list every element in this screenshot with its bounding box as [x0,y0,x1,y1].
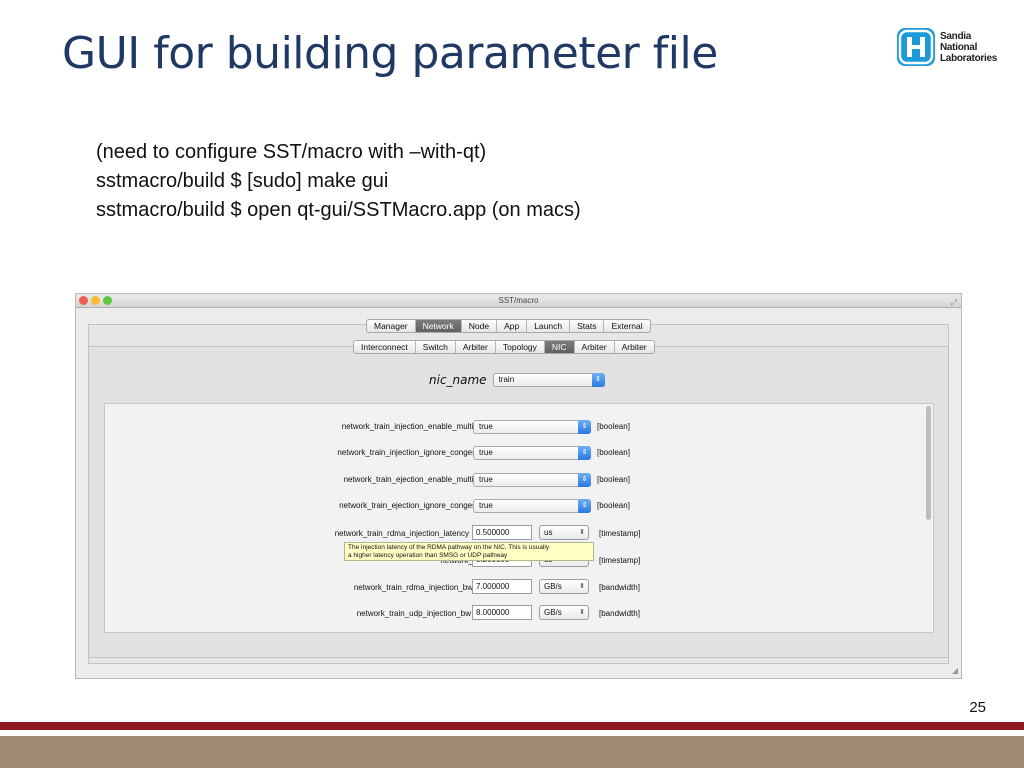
tooltip-line: a higher latency operation than SMSG or … [348,552,508,559]
param-type: [bandwidth] [599,609,640,618]
param-label: network_train_injection_enable_multipath [341,422,489,431]
param-unit-select[interactable]: GB/s ⬍ [539,579,589,594]
stepper-icon: ⬍ [579,609,585,616]
main-tabbar: Manager Network Node App Launch Stats Ex… [366,319,651,333]
param-value: true [479,448,493,457]
footer-band [0,736,1024,768]
tab-network[interactable]: Network [415,320,462,332]
tab-external[interactable]: External [604,320,649,332]
param-value-field[interactable]: 7.000000 [472,579,532,594]
parameter-list: network_train_injection_enable_multipath… [104,403,934,633]
param-row: network_train_injection_ignore_congestio… [105,446,665,464]
updown-arrow-icon: ⇕ [578,420,591,434]
param-unit-value: us [544,528,553,537]
page-number: 25 [969,699,986,716]
param-type: [boolean] [597,422,630,431]
param-bool-select[interactable]: true ⇕ [473,499,591,513]
tab-launch[interactable]: Launch [527,320,571,332]
logo-line-3: Laboratories [940,52,997,64]
sandia-logo-icon [897,28,935,66]
sandia-logo: Sandia National Laboratories [897,28,997,66]
param-bool-select[interactable]: true ⇕ [473,420,591,434]
param-unit-select[interactable]: us ⬍ [539,525,589,540]
stepper-icon: ⬍ [579,529,585,536]
logo-line-2: National [940,41,978,53]
updown-arrow-icon: ⇕ [578,473,591,487]
app-window: SST/macro ⤢ Manager Network Node App Lau… [75,293,962,679]
stepper-icon: ⬍ [579,583,585,590]
tab-app[interactable]: App [497,320,528,332]
param-row: network_train_rdma_injection_bw 7.000000… [105,579,665,599]
param-bool-select[interactable]: true ⇕ [473,446,591,460]
param-row: network_train_ejection_ignore_congestion… [105,499,665,517]
logo-line-1: Sandia [940,30,971,42]
tab-interconnect[interactable]: Interconnect [354,341,416,353]
param-label: network_train_ejection_ignore_congestion [339,501,489,510]
tooltip: The injection latency of the RDMA pathwa… [344,542,594,561]
param-value: true [479,475,493,484]
param-label: network_train_injection_ignore_congestio… [337,448,489,457]
tab-stats[interactable]: Stats [570,320,605,332]
param-type: [boolean] [597,475,630,484]
slide-title: GUI for building parameter file [62,28,718,79]
param-type: [boolean] [597,448,630,457]
instruction-line: sstmacro/build $ open qt-gui/SSTMacro.ap… [96,199,581,221]
param-type: [timestamp] [599,556,641,565]
param-unit-value: GB/s [544,582,562,591]
param-value: true [479,422,493,431]
nic-name-select[interactable]: train ⇕ [492,373,605,387]
param-row: network_train_ejection_enable_multipath … [105,473,665,491]
tab-node[interactable]: Node [462,320,498,332]
close-button[interactable] [79,296,88,305]
tab-nic[interactable]: NIC [544,341,575,353]
param-type: [timestamp] [599,529,641,538]
tab-topology[interactable]: Topology [496,341,545,353]
param-row: network_train_udp_injection_bw 8.000000 … [105,605,665,625]
updown-arrow-icon: ⇕ [591,373,605,387]
param-unit-select[interactable]: GB/s ⬍ [539,605,589,620]
tab-switch[interactable]: Switch [416,341,456,353]
resize-grip-icon[interactable]: ◢ [952,666,958,675]
updown-arrow-icon: ⇕ [578,499,591,513]
updown-arrow-icon: ⇕ [578,446,591,460]
tab-arbiter[interactable]: Arbiter [615,341,654,353]
minimize-button[interactable] [91,296,100,305]
instruction-line: sstmacro/build $ [sudo] make gui [96,170,389,192]
instruction-line: (need to configure SST/macro with –with-… [96,141,487,163]
zoom-button[interactable] [103,296,112,305]
tab-arbiter[interactable]: Arbiter [575,341,615,353]
param-type: [bandwidth] [599,583,640,592]
param-label: network_train_rdma_injection_latency [334,529,469,538]
nic-name-label: nic_name [429,373,487,387]
param-bool-select[interactable]: true ⇕ [473,473,591,487]
network-subtabbar: Interconnect Switch Arbiter Topology NIC… [353,340,655,354]
instructions: (need to configure SST/macro with –with-… [96,138,581,225]
param-label: network_train_ejection_enable_multipath [343,475,489,484]
param-label: network_train_udp_injection_bw [356,609,471,618]
param-row: network_train_injection_enable_multipath… [105,420,665,438]
param-unit-value: GB/s [544,608,562,617]
fullscreen-icon[interactable]: ⤢ [951,296,957,309]
tooltip-line: The injection latency of the RDMA pathwa… [348,544,550,551]
tab-arbiter[interactable]: Arbiter [456,341,496,353]
vertical-scrollbar[interactable] [926,406,931,520]
param-type: [boolean] [597,501,630,510]
param-value: true [479,501,493,510]
param-value-field[interactable]: 8.000000 [472,605,532,620]
tab-manager[interactable]: Manager [367,320,416,332]
window-titlebar: SST/macro ⤢ [76,294,961,308]
param-label: network_train_rdma_injection_bw [353,583,473,592]
nic-name-row: nic_name train ⇕ [429,373,605,387]
param-value-field[interactable]: 0.500000 [472,525,532,540]
nic-name-value: train [498,375,515,384]
footer-line [0,722,1024,730]
window-title: SST/macro [498,296,539,305]
